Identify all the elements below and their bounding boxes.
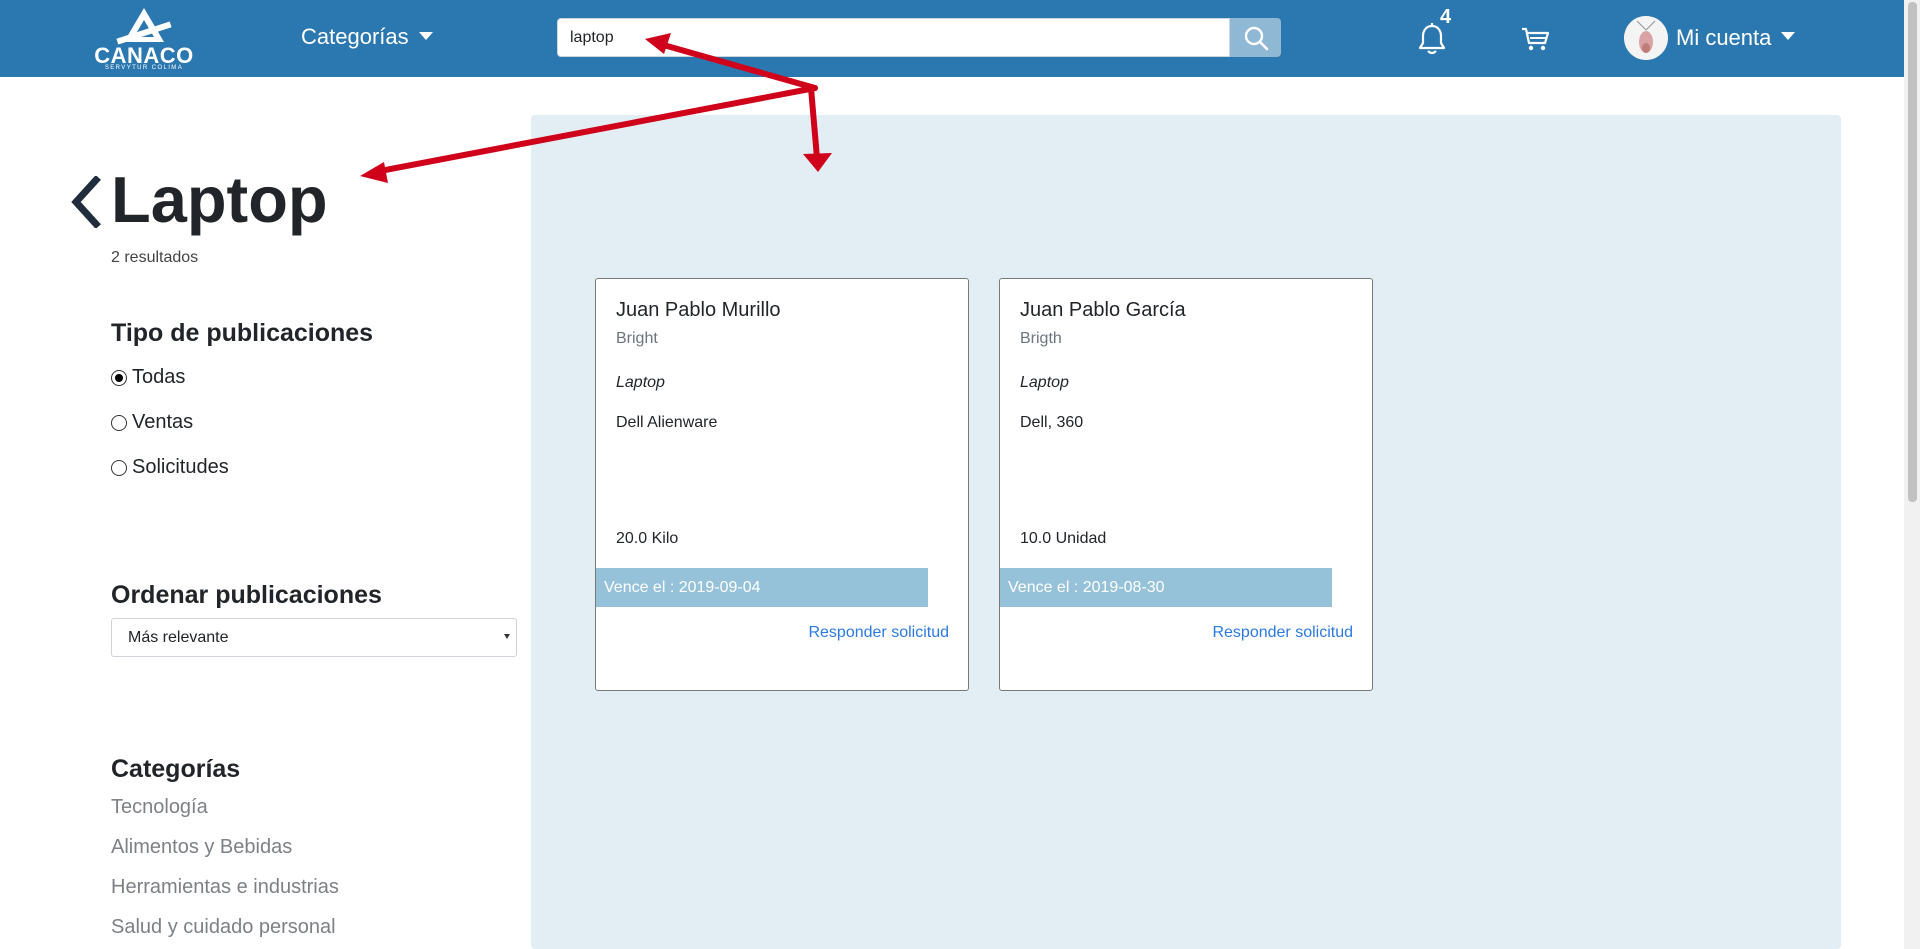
- top-navbar: CANACO SERVYTUR COLIMA Categorías 4: [0, 0, 1904, 77]
- canaco-logo[interactable]: CANACO SERVYTUR COLIMA: [94, 6, 194, 72]
- card-author: Juan Pablo García: [1020, 299, 1186, 321]
- card-company: Brigth: [1020, 330, 1062, 347]
- sort-heading: Ordenar publicaciones: [111, 581, 382, 609]
- deer-avatar-icon: [1624, 16, 1668, 60]
- card-company: Bright: [616, 330, 658, 347]
- category-link[interactable]: Alimentos y Bebidas: [111, 836, 292, 859]
- filter-option-solicitudes[interactable]: Solicitudes: [111, 456, 229, 479]
- result-card[interactable]: Juan Pablo García Brigth Laptop Dell, 36…: [999, 278, 1373, 691]
- search-button[interactable]: [1230, 18, 1281, 57]
- card-expiry-badge: Vence el : 2019-08-30: [1000, 568, 1332, 607]
- card-category: Laptop: [616, 374, 665, 391]
- results-panel: Juan Pablo Murillo Bright Laptop Dell Al…: [531, 115, 1841, 949]
- cart-icon[interactable]: [1520, 24, 1550, 54]
- card-author: Juan Pablo Murillo: [616, 299, 781, 321]
- filter-option-label: Solicitudes: [132, 456, 229, 478]
- dropdown-arrow-icon: [504, 634, 510, 639]
- radio-button[interactable]: [111, 414, 127, 431]
- logo-subtext: SERVYTUR COLIMA: [104, 65, 184, 71]
- category-link[interactable]: Salud y cuidado personal: [111, 916, 336, 939]
- category-link[interactable]: Tecnología: [111, 796, 208, 819]
- result-card[interactable]: Juan Pablo Murillo Bright Laptop Dell Al…: [595, 278, 969, 691]
- radio-button[interactable]: [111, 369, 127, 386]
- filter-option-label: Ventas: [132, 411, 194, 433]
- arrowhead: [360, 162, 388, 183]
- sort-select-value: Más relevante: [128, 628, 229, 646]
- back-arrow-icon[interactable]: [68, 176, 104, 228]
- respond-request-link[interactable]: Responder solicitud: [808, 624, 949, 642]
- avatar: [1624, 16, 1668, 60]
- card-description: Dell, 360: [1020, 414, 1084, 431]
- account-menu-label: Mi cuenta: [1676, 25, 1772, 50]
- search-input[interactable]: [557, 18, 1230, 57]
- card-expiry-badge: Vence el : 2019-09-04: [596, 568, 928, 607]
- filter-option-todas[interactable]: Todas: [111, 366, 185, 389]
- logo-mark: [116, 8, 172, 45]
- search-icon: [1244, 26, 1268, 50]
- filter-option-ventas[interactable]: Ventas: [111, 411, 193, 434]
- sort-select[interactable]: Más relevante: [111, 618, 517, 657]
- page-scrollbar[interactable]: [1904, 0, 1920, 949]
- filter-option-label: Todas: [132, 366, 186, 388]
- chevron-down-icon: [418, 32, 433, 41]
- page-title: Laptop: [111, 163, 328, 236]
- card-quantity: 10.0 Unidad: [1020, 530, 1107, 547]
- categories-dropdown-label: Categorías: [301, 24, 409, 49]
- categories-dropdown[interactable]: Categorías: [301, 24, 433, 50]
- notification-count-badge: 4: [1440, 6, 1452, 28]
- chevron-down-icon: [1781, 32, 1796, 40]
- radio-button[interactable]: [111, 459, 127, 476]
- results-count: 2 resultados: [111, 249, 199, 266]
- card-category: Laptop: [1020, 374, 1069, 391]
- categories-heading: Categorías: [111, 755, 241, 783]
- card-quantity: 20.0 Kilo: [616, 530, 679, 547]
- scrollbar-thumb[interactable]: [1908, 2, 1917, 502]
- publication-type-heading: Tipo de publicaciones: [111, 319, 374, 347]
- respond-request-link[interactable]: Responder solicitud: [1212, 624, 1353, 642]
- page: CANACO SERVYTUR COLIMA Categorías 4: [0, 0, 1920, 949]
- account-menu[interactable]: Mi cuenta: [1624, 16, 1796, 60]
- card-description: Dell Alienware: [616, 414, 718, 431]
- category-link[interactable]: Herramientas e industrias: [111, 876, 339, 899]
